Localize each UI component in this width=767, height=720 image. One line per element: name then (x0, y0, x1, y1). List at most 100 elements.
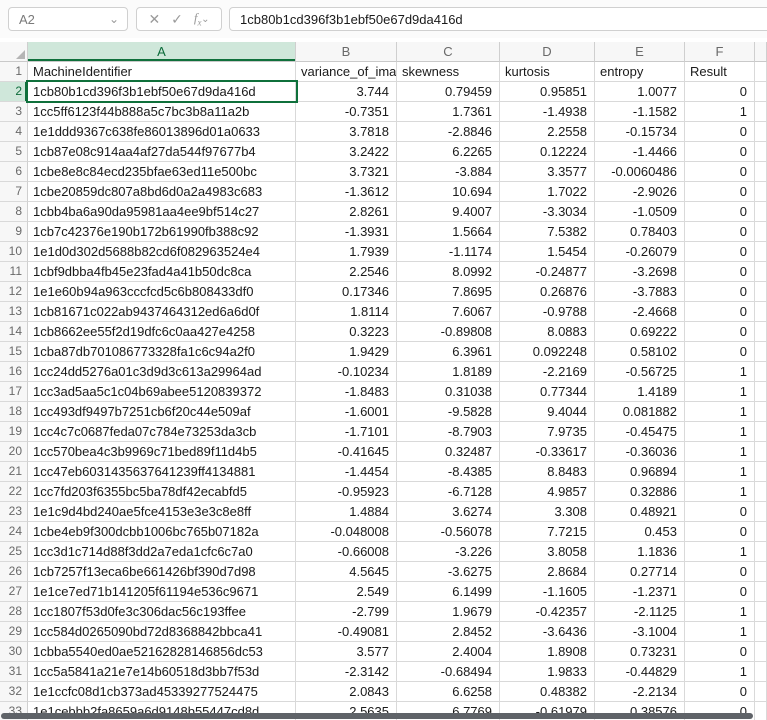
cell[interactable]: 0.79459 (397, 82, 500, 102)
cell[interactable]: 0 (685, 582, 755, 602)
cell[interactable]: 3.744 (296, 82, 397, 102)
cell[interactable]: -0.36036 (595, 442, 685, 462)
cell[interactable]: 0 (685, 122, 755, 142)
select-all-corner[interactable] (0, 42, 28, 62)
cell[interactable] (755, 202, 767, 222)
cell[interactable] (755, 422, 767, 442)
cell[interactable]: 6.1499 (397, 582, 500, 602)
cell[interactable]: -0.42357 (500, 602, 595, 622)
cell[interactable]: 4.5645 (296, 562, 397, 582)
cell[interactable]: -1.6001 (296, 402, 397, 422)
cell[interactable]: 0.48382 (500, 682, 595, 702)
row-header-14[interactable]: 14 (0, 322, 28, 342)
cell[interactable]: 1 (685, 602, 755, 622)
cell[interactable]: -6.7128 (397, 482, 500, 502)
cell[interactable] (755, 382, 767, 402)
row-header-21[interactable]: 21 (0, 462, 28, 482)
cell[interactable]: 1cb7257f13eca6be661426bf390d7d98 (28, 562, 296, 582)
column-header-C[interactable]: C (397, 42, 500, 62)
cell[interactable]: 0.96894 (595, 462, 685, 482)
cell[interactable]: 7.8695 (397, 282, 500, 302)
row-header-7[interactable]: 7 (0, 182, 28, 202)
cell[interactable]: 0 (685, 162, 755, 182)
cell[interactable]: 1cb7c42376e190b172b61990fb388c92 (28, 222, 296, 242)
cell[interactable]: 1cc24dd5276a01c3d9d3c613a29964ad (28, 362, 296, 382)
column-header-A[interactable]: A (28, 42, 296, 62)
cell[interactable]: 1.7939 (296, 242, 397, 262)
cell[interactable]: 1 (685, 482, 755, 502)
row-header-19[interactable]: 19 (0, 422, 28, 442)
cancel-icon[interactable]: ✕ (148, 11, 160, 28)
cell[interactable]: entropy (595, 62, 685, 82)
cell[interactable]: 1e1e60b94a963cccfcd5c6b808433df0 (28, 282, 296, 302)
cell[interactable]: 0 (685, 342, 755, 362)
cell[interactable]: -1.3931 (296, 222, 397, 242)
cell[interactable]: 0.26876 (500, 282, 595, 302)
cell[interactable]: -3.6436 (500, 622, 595, 642)
cell[interactable]: -3.226 (397, 542, 500, 562)
cell[interactable]: 1cc5a5841a21e7e14b60518d3bb7f53d (28, 662, 296, 682)
cell[interactable]: 1cba87db701086773328fa1c6c94a2f0 (28, 342, 296, 362)
cell[interactable]: 0 (685, 202, 755, 222)
cell[interactable]: -2.3142 (296, 662, 397, 682)
cell[interactable]: 3.577 (296, 642, 397, 662)
cell[interactable]: 0.77344 (500, 382, 595, 402)
cell[interactable]: -1.1605 (500, 582, 595, 602)
cell[interactable]: -9.5828 (397, 402, 500, 422)
cell[interactable]: 0 (685, 282, 755, 302)
cell[interactable]: 1cc1807f53d0fe3c306dac56c193ffee (28, 602, 296, 622)
row-header-5[interactable]: 5 (0, 142, 28, 162)
cell[interactable]: 1e1ce7ed71b141205f61194e536c9671 (28, 582, 296, 602)
cell[interactable]: 1cbf9dbba4fb45e23fad4a41b50dc8ca (28, 262, 296, 282)
row-header-10[interactable]: 10 (0, 242, 28, 262)
cell[interactable]: 8.8483 (500, 462, 595, 482)
cell[interactable]: 2.8261 (296, 202, 397, 222)
cell[interactable]: 0 (685, 562, 755, 582)
cell[interactable]: 3.308 (500, 502, 595, 522)
cell[interactable]: -0.9788 (500, 302, 595, 322)
cell[interactable]: -0.56078 (397, 522, 500, 542)
cell[interactable] (755, 462, 767, 482)
cell[interactable]: 0 (685, 182, 755, 202)
cell[interactable] (755, 402, 767, 422)
cell[interactable] (755, 122, 767, 142)
cell[interactable]: -3.1004 (595, 622, 685, 642)
cell[interactable]: 1cb8662ee55f2d19dfc6c0aa427e4258 (28, 322, 296, 342)
cell[interactable] (755, 622, 767, 642)
cell[interactable]: 0 (685, 322, 755, 342)
formula-input[interactable]: 1cb80b1cd396f3b1ebf50e67d9da416d (229, 7, 767, 31)
cell[interactable]: 8.0992 (397, 262, 500, 282)
cell[interactable] (755, 562, 767, 582)
cell[interactable] (755, 482, 767, 502)
cell[interactable]: 0 (685, 642, 755, 662)
row-header-23[interactable]: 23 (0, 502, 28, 522)
cell[interactable]: 0.12224 (500, 142, 595, 162)
cell[interactable]: 2.549 (296, 582, 397, 602)
column-header-E[interactable]: E (595, 42, 685, 62)
cell[interactable]: -0.89808 (397, 322, 500, 342)
cell[interactable]: 1cc7fd203f6355bc5ba78df42ecabfd5 (28, 482, 296, 502)
cell[interactable]: 1cbe20859dc807a8bd6d0a2a4983c683 (28, 182, 296, 202)
cell[interactable]: -3.6275 (397, 562, 500, 582)
cell[interactable] (755, 242, 767, 262)
cell[interactable]: -0.0060486 (595, 162, 685, 182)
cell[interactable]: 1cbb4ba6a90da95981aa4ee9bf514c27 (28, 202, 296, 222)
cell[interactable]: 1cbe4eb9f300dcbb1006bc765b07182a (28, 522, 296, 542)
cell[interactable] (755, 582, 767, 602)
cell[interactable] (755, 182, 767, 202)
cell[interactable]: 1e1d0d302d5688b82cd6f082963524e4 (28, 242, 296, 262)
row-header-27[interactable]: 27 (0, 582, 28, 602)
name-box[interactable]: A2 ⌄ (8, 7, 128, 31)
cell[interactable]: -0.7351 (296, 102, 397, 122)
cell[interactable] (755, 162, 767, 182)
cell[interactable] (755, 522, 767, 542)
cell[interactable] (755, 642, 767, 662)
cell[interactable] (755, 702, 767, 720)
cell[interactable]: 0 (685, 82, 755, 102)
cell[interactable]: 8.0883 (500, 322, 595, 342)
cell[interactable]: 1cbba5540ed0ae52162828146856dc53 (28, 642, 296, 662)
row-header-22[interactable]: 22 (0, 482, 28, 502)
cell[interactable]: 1cb80b1cd396f3b1ebf50e67d9da416d (28, 82, 296, 102)
cell[interactable]: -1.1582 (595, 102, 685, 122)
row-header-30[interactable]: 30 (0, 642, 28, 662)
